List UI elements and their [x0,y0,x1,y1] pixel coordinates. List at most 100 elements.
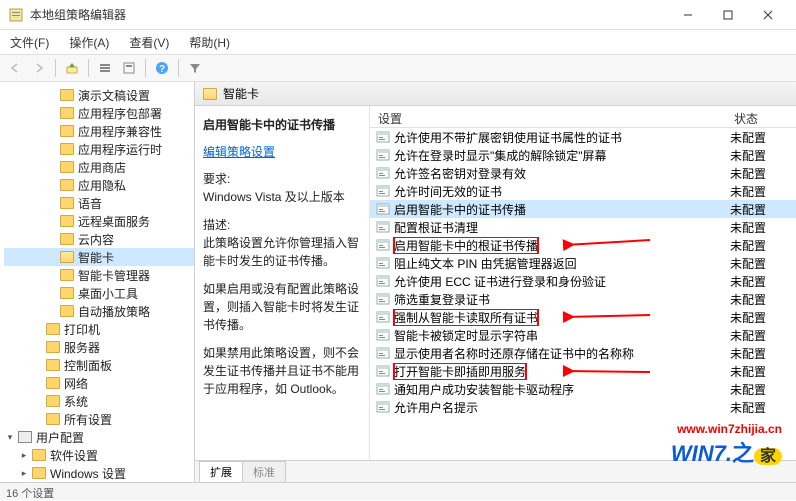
tree-node[interactable]: 演示文稿设置 [4,86,194,104]
menu-help[interactable]: 帮助(H) [185,32,234,53]
up-button[interactable] [61,57,83,79]
col-state[interactable]: 状态 [726,106,796,127]
menu-file[interactable]: 文件(F) [6,32,53,53]
setting-state: 未配置 [726,273,796,290]
tab-extended[interactable]: 扩展 [199,461,243,482]
tab-standard[interactable]: 标准 [242,461,286,482]
chevron-right-icon[interactable]: ▸ [18,467,30,479]
tree-node[interactable]: 系统 [4,392,194,410]
tree-label: 语音 [78,195,102,212]
tree-node[interactable]: 网络 [4,374,194,392]
app-icon [8,7,24,23]
policy-icon [376,202,390,216]
setting-row[interactable]: 筛选重复登录证书未配置 [370,290,796,308]
tree-label: 智能卡管理器 [78,267,150,284]
properties-button[interactable] [118,57,140,79]
tree-node[interactable]: ▸Windows 设置 [4,464,194,482]
list-header: 设置 状态 [370,106,796,128]
folder-icon [60,143,74,155]
setting-state: 未配置 [726,363,796,380]
tree-node[interactable]: 所有设置 [4,410,194,428]
menu-action[interactable]: 操作(A) [65,32,113,53]
content-title: 智能卡 [223,85,259,102]
setting-row[interactable]: 显示使用者名称时还原存储在证书中的名称称未配置 [370,344,796,362]
folder-icon [32,467,46,479]
tree-node[interactable]: 控制面板 [4,356,194,374]
chevron-right-icon[interactable]: ▸ [18,449,30,461]
setting-row[interactable]: 允许在登录时显示"集成的解除锁定"屏幕 未配置 [370,146,796,164]
tree-node[interactable]: 智能卡 [4,248,194,266]
setting-state: 未配置 [726,291,796,308]
setting-row[interactable]: 配置根证书清理未配置 [370,218,796,236]
tree-node[interactable]: 应用商店 [4,158,194,176]
folder-icon [46,377,60,389]
tree-node[interactable]: 服务器 [4,338,194,356]
folder-icon [60,269,74,281]
setting-row[interactable]: 允许使用不带扩展密钥使用证书属性的证书未配置 [370,128,796,146]
tree-node[interactable]: 应用程序包部署 [4,104,194,122]
edit-policy-link[interactable]: 编辑策略设置 [203,143,275,160]
setting-row[interactable]: 阻止纯文本 PIN 由凭据管理器返回未配置 [370,254,796,272]
setting-row[interactable]: 智能卡被锁定时显示字符串未配置 [370,326,796,344]
policy-icon [376,328,390,342]
setting-state: 未配置 [726,201,796,218]
tree-label: 应用程序包部署 [78,105,162,122]
tree-node[interactable]: 应用隐私 [4,176,194,194]
req-label: 要求: [203,172,230,186]
setting-state: 未配置 [726,381,796,398]
menu-view[interactable]: 查看(V) [125,32,173,53]
tree-node[interactable]: 云内容 [4,230,194,248]
setting-row[interactable]: 允许用户名提示未配置 [370,398,796,416]
chevron-down-icon[interactable]: ▾ [4,431,16,443]
list-button[interactable] [94,57,116,79]
tree-node[interactable]: ▸ 软件设置 [4,446,194,464]
setting-label: 阻止纯文本 PIN 由凭据管理器返回 [394,255,577,272]
col-setting[interactable]: 设置 [370,106,726,127]
tree-label: 软件设置 [50,447,98,464]
content-header: 智能卡 [195,82,796,106]
setting-row[interactable]: 启用智能卡中的根证书传播 未配置 [370,236,796,254]
setting-state: 未配置 [726,237,796,254]
setting-label: 启用智能卡中的证书传播 [394,201,526,218]
maximize-button[interactable] [708,1,748,29]
setting-row[interactable]: 打开智能卡即插即用服务未配置 [370,362,796,380]
tree-node[interactable]: 应用程序兼容性 [4,122,194,140]
setting-label: 允许在登录时显示"集成的解除锁定"屏幕 [394,147,607,164]
setting-row[interactable]: 通知用户成功安装智能卡驱动程序未配置 [370,380,796,398]
tree-label: 服务器 [64,339,100,356]
back-button[interactable] [4,57,26,79]
tree-label: 所有设置 [64,411,112,428]
tree-node[interactable]: ▾用户配置 [4,428,194,446]
setting-label: 启用智能卡中的根证书传播 [394,237,538,254]
tree-node[interactable]: 自动播放策略 [4,302,194,320]
setting-row[interactable]: 启用智能卡中的证书传播 未配置 [370,200,796,218]
setting-row[interactable]: 允许签名密钥对登录有效未配置 [370,164,796,182]
forward-button[interactable] [28,57,50,79]
setting-row[interactable]: 强制从智能卡读取所有证书未配置 [370,308,796,326]
setting-label: 允许使用 ECC 证书进行登录和身份验证 [394,273,606,290]
tree-node[interactable]: 打印机 [4,320,194,338]
folder-icon [60,287,74,299]
folder-icon [46,341,60,353]
folder-icon [60,161,74,173]
setting-state: 未配置 [726,147,796,164]
minimize-button[interactable] [668,1,708,29]
tree-node[interactable]: 语音 [4,194,194,212]
desc-p1: 此策略设置允许你管理插入智能卡时发生的证书传播。 [203,236,359,268]
close-button[interactable] [748,1,788,29]
tree-node[interactable]: 桌面小工具 [4,284,194,302]
folder-icon [60,233,74,245]
tree-node[interactable]: 远程桌面服务 [4,212,194,230]
setting-row[interactable]: 允许使用 ECC 证书进行登录和身份验证 未配置 [370,272,796,290]
settings-list[interactable]: 设置 状态 允许使用不带扩展密钥使用证书属性的证书未配置允许在登录时显示"集成的… [370,106,796,460]
filter-button[interactable] [184,57,206,79]
setting-state: 未配置 [726,327,796,344]
tree-node[interactable]: 智能卡管理器 [4,266,194,284]
setting-row[interactable]: 允许时间无效的证书未配置 [370,182,796,200]
folder-icon [60,89,74,101]
help-button[interactable]: ? [151,57,173,79]
tree-node[interactable]: 应用程序运行时 [4,140,194,158]
policy-icon [376,346,390,360]
tree-panel[interactable]: 演示文稿设置应用程序包部署应用程序兼容性应用程序运行时应用商店应用隐私语音远程桌… [0,82,195,482]
folder-icon [60,125,74,137]
